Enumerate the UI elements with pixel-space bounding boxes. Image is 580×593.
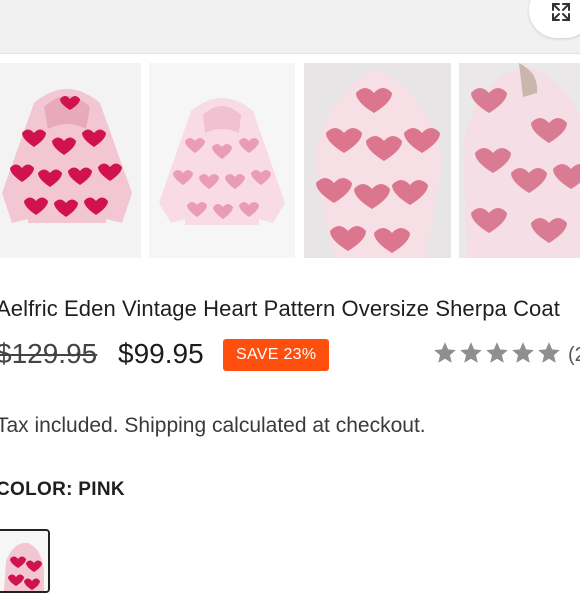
- gallery-thumb-3[interactable]: [304, 63, 451, 258]
- star-icon: [434, 342, 456, 363]
- expand-arrows-icon: [552, 3, 570, 21]
- hoodie-side-view-image: [463, 63, 580, 258]
- color-swatch-pink[interactable]: [0, 529, 50, 593]
- hoodie-deep-pink-image: [2, 89, 132, 223]
- discount-badge: SAVE 23%: [223, 339, 330, 371]
- star-icon: [538, 342, 560, 363]
- rating-stars[interactable]: [432, 340, 562, 371]
- color-label: COLOR: PINK: [0, 479, 125, 500]
- expand-button[interactable]: [529, 0, 580, 38]
- gallery-thumb-2[interactable]: [149, 63, 295, 258]
- star-icon: [486, 342, 508, 363]
- original-price: $129.95: [0, 338, 98, 369]
- star-icon: [460, 342, 482, 363]
- sale-price: $99.95: [118, 338, 204, 369]
- product-title: Aelfric Eden Vintage Heart Pattern Overs…: [0, 296, 560, 321]
- price-row: $129.95 $99.95 SAVE 23% (2: [0, 336, 580, 376]
- swatch-thumbnail: [0, 531, 48, 591]
- review-count[interactable]: (2: [568, 344, 580, 367]
- tax-shipping-note: Tax included. Shipping calculated at che…: [0, 414, 426, 437]
- star-icon: [512, 342, 534, 363]
- hoodie-back-view-image: [314, 69, 442, 258]
- top-bar: [0, 0, 580, 54]
- gallery-thumb-4[interactable]: [459, 63, 580, 258]
- gallery-thumb-1[interactable]: [0, 63, 141, 258]
- product-image-gallery: [0, 63, 580, 258]
- hoodie-light-pink-image: [159, 98, 285, 225]
